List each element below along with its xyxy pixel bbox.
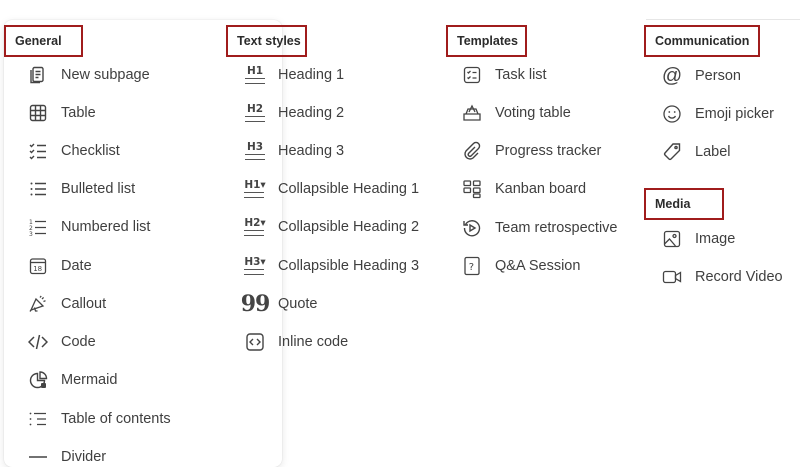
menu-item-label: Checklist [61, 143, 120, 159]
progress-tracker-icon [461, 140, 483, 162]
image-icon [661, 228, 683, 250]
collapsible-heading-3-icon: H3▾ [244, 255, 266, 277]
inline-code-icon [244, 331, 266, 353]
menu-item-collapsible-heading-1[interactable]: H1▾ Collapsible Heading 1 [244, 174, 419, 204]
team-retrospective-icon [461, 217, 483, 239]
menu-item-table[interactable]: Table [27, 98, 96, 128]
menu-item-label: Date [61, 258, 92, 274]
kanban-board-icon [461, 178, 483, 200]
menu-item-label: Image [695, 231, 736, 247]
panel-edge-divider [646, 19, 800, 20]
table-icon [27, 102, 49, 124]
menu-item-label: Heading 3 [278, 143, 345, 159]
menu-item-label: New subpage [61, 67, 150, 83]
menu-item-new-subpage[interactable]: New subpage [27, 60, 150, 90]
collapsible-heading-1-icon: H1▾ [244, 178, 266, 200]
new-subpage-icon [27, 64, 49, 86]
text-styles-section-header: Text styles [226, 25, 307, 57]
menu-item-label: Progress tracker [495, 143, 602, 159]
qa-session-icon: ? [461, 255, 483, 277]
menu-item-label-tag[interactable]: Label [661, 137, 730, 167]
menu-item-label: Code [61, 334, 96, 350]
menu-item-image[interactable]: Image [661, 224, 735, 254]
label-tag-icon [661, 141, 683, 163]
emoji-icon [661, 103, 683, 125]
mermaid-icon [27, 369, 49, 391]
code-icon [27, 331, 49, 353]
heading-2-icon: H2 [244, 102, 266, 124]
menu-item-collapsible-heading-3[interactable]: H3▾ Collapsible Heading 3 [244, 251, 419, 281]
media-section-header: Media [644, 188, 724, 220]
divider-icon [27, 446, 49, 467]
menu-item-label: Numbered list [61, 219, 151, 235]
menu-item-person[interactable]: @ Person [661, 61, 741, 91]
menu-item-label: Q&A Session [495, 258, 581, 274]
menu-item-quote[interactable]: 99 Quote [240, 289, 318, 319]
menu-item-date[interactable]: 18 Date [27, 251, 92, 281]
menu-item-progress-tracker[interactable]: Progress tracker [461, 136, 601, 166]
video-camera-icon [661, 266, 683, 288]
svg-text:3: 3 [29, 231, 33, 237]
collapsible-heading-2-icon: H2▾ [244, 216, 266, 238]
task-list-icon [461, 64, 483, 86]
menu-item-numbered-list[interactable]: 123 Numbered list [27, 212, 150, 242]
menu-item-callout[interactable]: Callout [27, 289, 106, 319]
menu-item-voting-table[interactable]: Voting table [461, 98, 571, 128]
menu-item-mermaid[interactable]: Mermaid [27, 365, 117, 395]
menu-item-label: Divider [61, 449, 107, 465]
menu-item-heading-2[interactable]: H2 Heading 2 [244, 98, 344, 128]
menu-item-qa-session[interactable]: ? Q&A Session [461, 251, 580, 281]
menu-item-label: Kanban board [495, 181, 587, 197]
table-of-contents-icon [27, 408, 49, 430]
menu-item-table-of-contents[interactable]: Table of contents [27, 404, 171, 434]
menu-item-divider[interactable]: Divider [27, 442, 106, 467]
menu-item-label: Heading 1 [278, 67, 345, 83]
menu-item-label: Mermaid [61, 372, 118, 388]
menu-item-label: Team retrospective [495, 220, 618, 236]
menu-item-label: Emoji picker [695, 106, 774, 122]
heading-1-icon: H1 [244, 64, 266, 86]
menu-item-label: Bulleted list [61, 181, 136, 197]
heading-3-icon: H3 [244, 140, 266, 162]
templates-section-header: Templates [446, 25, 527, 57]
general-section-header: General [4, 25, 83, 57]
menu-item-label: Label [695, 144, 731, 160]
menu-item-team-retrospective[interactable]: Team retrospective [461, 213, 618, 243]
menu-item-label: Table of contents [61, 411, 171, 427]
menu-item-heading-3[interactable]: H3 Heading 3 [244, 136, 344, 166]
menu-item-label: Record Video [695, 269, 783, 285]
svg-text:?: ? [469, 262, 474, 273]
bulleted-list-icon [27, 178, 49, 200]
checklist-icon [27, 140, 49, 162]
menu-item-bulleted-list[interactable]: Bulleted list [27, 174, 135, 204]
menu-item-emoji-picker[interactable]: Emoji picker [661, 99, 774, 129]
menu-item-label: Collapsible Heading 3 [278, 258, 420, 274]
menu-item-label: Heading 2 [278, 105, 345, 121]
menu-item-kanban-board[interactable]: Kanban board [461, 174, 586, 204]
callout-megaphone-icon [27, 293, 49, 315]
menu-item-inline-code[interactable]: Inline code [244, 327, 348, 357]
menu-item-label: Voting table [495, 105, 571, 121]
menu-item-collapsible-heading-2[interactable]: H2▾ Collapsible Heading 2 [244, 212, 419, 242]
menu-item-label: Collapsible Heading 1 [278, 181, 420, 197]
menu-item-label: Callout [61, 296, 107, 312]
at-sign-icon: @ [661, 64, 683, 87]
menu-item-task-list[interactable]: Task list [461, 60, 547, 90]
menu-item-label: Table [61, 105, 96, 121]
menu-item-label: Task list [495, 67, 547, 83]
numbered-list-icon: 123 [27, 216, 49, 238]
menu-item-label: Inline code [278, 334, 349, 350]
quote-icon: 99 [240, 291, 271, 317]
menu-item-code[interactable]: Code [27, 327, 96, 357]
menu-item-checklist[interactable]: Checklist [27, 136, 120, 166]
communication-section-header: Communication [644, 25, 760, 57]
menu-item-label: Person [695, 68, 741, 84]
calendar-icon: 18 [27, 255, 49, 277]
menu-item-heading-1[interactable]: H1 Heading 1 [244, 60, 344, 90]
menu-item-label: Quote [278, 296, 318, 312]
voting-table-icon [461, 102, 483, 124]
menu-item-record-video[interactable]: Record Video [661, 262, 783, 292]
svg-text:18: 18 [33, 265, 42, 273]
menu-item-label: Collapsible Heading 2 [278, 219, 420, 235]
